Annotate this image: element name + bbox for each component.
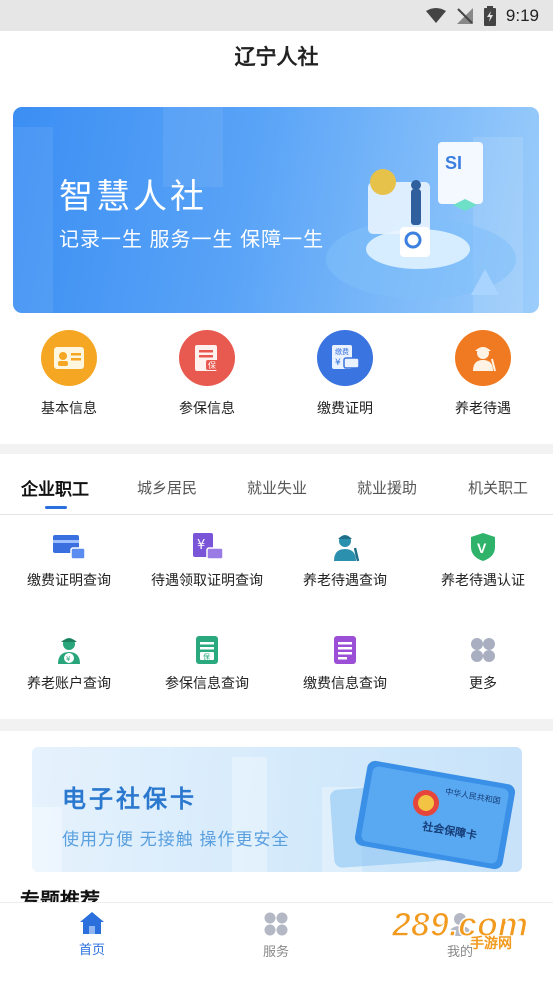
tab-urban-rural[interactable]: 城乡居民	[137, 477, 197, 498]
service-label: 养老待遇查询	[303, 572, 387, 588]
quick-label: 基本信息	[41, 400, 97, 416]
quick-label: 参保信息	[179, 400, 235, 416]
svg-text:V: V	[477, 540, 487, 556]
nav-home[interactable]: 首页	[52, 911, 132, 958]
payment-list-icon	[328, 633, 362, 667]
id-card-icon	[41, 330, 97, 386]
service-label: 养老待遇认证	[441, 572, 525, 588]
quick-insurance-info[interactable]: 保 参保信息	[152, 330, 262, 418]
quick-label: 缴费证明	[317, 400, 373, 416]
card-printer-icon	[52, 530, 86, 564]
grid-icon	[264, 912, 288, 936]
section-title: 专题推荐	[20, 890, 100, 902]
quick-pension[interactable]: 养老待遇	[428, 330, 538, 418]
service-label: 参保信息查询	[165, 675, 249, 691]
svg-text:保: 保	[203, 652, 210, 661]
service-more[interactable]: 更多	[414, 633, 552, 692]
status-bar: 9:19	[0, 0, 553, 31]
tab-employment-aid[interactable]: 就业援助	[357, 477, 417, 498]
service-label: 养老账户查询	[27, 675, 111, 691]
wifi-icon	[425, 7, 446, 24]
no-signal-icon	[456, 7, 474, 25]
home-icon	[80, 912, 104, 934]
quick-payment-proof[interactable]: 缴费 ¥ 缴费证明	[290, 330, 400, 418]
elder-person-icon	[328, 530, 362, 564]
service-benefit-proof-query[interactable]: ¥ 待遇领取证明查询	[138, 530, 276, 589]
more-grid-icon	[466, 633, 500, 667]
service-payment-proof-query[interactable]: 缴费证明查询	[0, 530, 138, 589]
nav-label: 服务	[262, 944, 289, 959]
yuan-printer-icon: ¥	[190, 530, 224, 564]
app-root: 9:19 辽宁人社 SI 智慧人社 记录一生 服务一生 保障一生 基本信息 保 …	[0, 0, 553, 983]
service-payment-info-query[interactable]: 缴费信息查询	[276, 633, 414, 692]
nav-services[interactable]: 服务	[236, 911, 316, 960]
quick-label: 养老待遇	[455, 400, 511, 416]
svg-text:¥: ¥	[66, 655, 71, 663]
service-label: 缴费证明查询	[27, 572, 111, 588]
svg-text:缴费: 缴费	[335, 347, 349, 356]
tab-employment[interactable]: 就业失业	[247, 477, 307, 498]
promo-subtitle: 使用方便 无接触 操作更安全	[62, 830, 290, 849]
svg-text:保: 保	[208, 360, 216, 370]
banner-subtitle: 记录一生 服务一生 保障一生	[59, 229, 325, 251]
svg-text:¥: ¥	[335, 358, 341, 368]
quick-basic-info[interactable]: 基本信息	[14, 330, 124, 418]
watermark-sub: 手游网	[470, 935, 512, 952]
service-insurance-info-query[interactable]: 保 参保信息查询	[138, 633, 276, 692]
nav-label: 首页	[78, 942, 105, 957]
tab-government-staff[interactable]: 机关职工	[468, 477, 528, 498]
active-tab-indicator	[45, 506, 67, 509]
app-header: 辽宁人社	[0, 31, 553, 81]
insurance-doc-icon: 保	[190, 633, 224, 667]
divider	[0, 719, 553, 731]
service-label: 缴费信息查询	[303, 675, 387, 691]
elder-person-icon	[455, 330, 511, 386]
insurance-doc-icon: 保	[179, 330, 235, 386]
service-pension-account-query[interactable]: ¥ 养老账户查询	[0, 633, 138, 692]
e-social-security-card-banner[interactable]: 中华人民共和国 社会保障卡 电子社保卡 使用方便 无接触 操作更安全	[32, 747, 522, 872]
promo-title: 电子社保卡	[62, 786, 197, 813]
quick-actions: 基本信息 保 参保信息 缴费 ¥ 缴费证明 养老待遇	[0, 330, 553, 430]
svg-text:SI: SI	[445, 153, 462, 173]
elder-account-icon: ¥	[52, 633, 86, 667]
shield-check-icon: V	[466, 530, 500, 564]
service-pension-query[interactable]: 养老待遇查询	[276, 530, 414, 589]
payment-proof-icon: 缴费 ¥	[317, 330, 373, 386]
service-pension-verify[interactable]: V 养老待遇认证	[414, 530, 552, 589]
page-title: 辽宁人社	[234, 46, 319, 69]
svg-text:¥: ¥	[197, 538, 205, 553]
clock: 9:19	[505, 5, 539, 25]
banner-title: 智慧人社	[59, 178, 207, 216]
battery-charging-icon	[483, 5, 496, 26]
category-tabs: 企业职工 城乡居民 就业失业 就业援助 机关职工	[0, 459, 553, 515]
divider	[0, 444, 553, 454]
service-label: 更多	[469, 675, 497, 691]
hero-banner[interactable]: SI 智慧人社 记录一生 服务一生 保障一生	[13, 107, 539, 313]
tab-enterprise-staff[interactable]: 企业职工	[21, 475, 89, 500]
watermark-logo: 289.com 手游网	[390, 902, 540, 957]
service-label: 待遇领取证明查询	[151, 572, 263, 588]
